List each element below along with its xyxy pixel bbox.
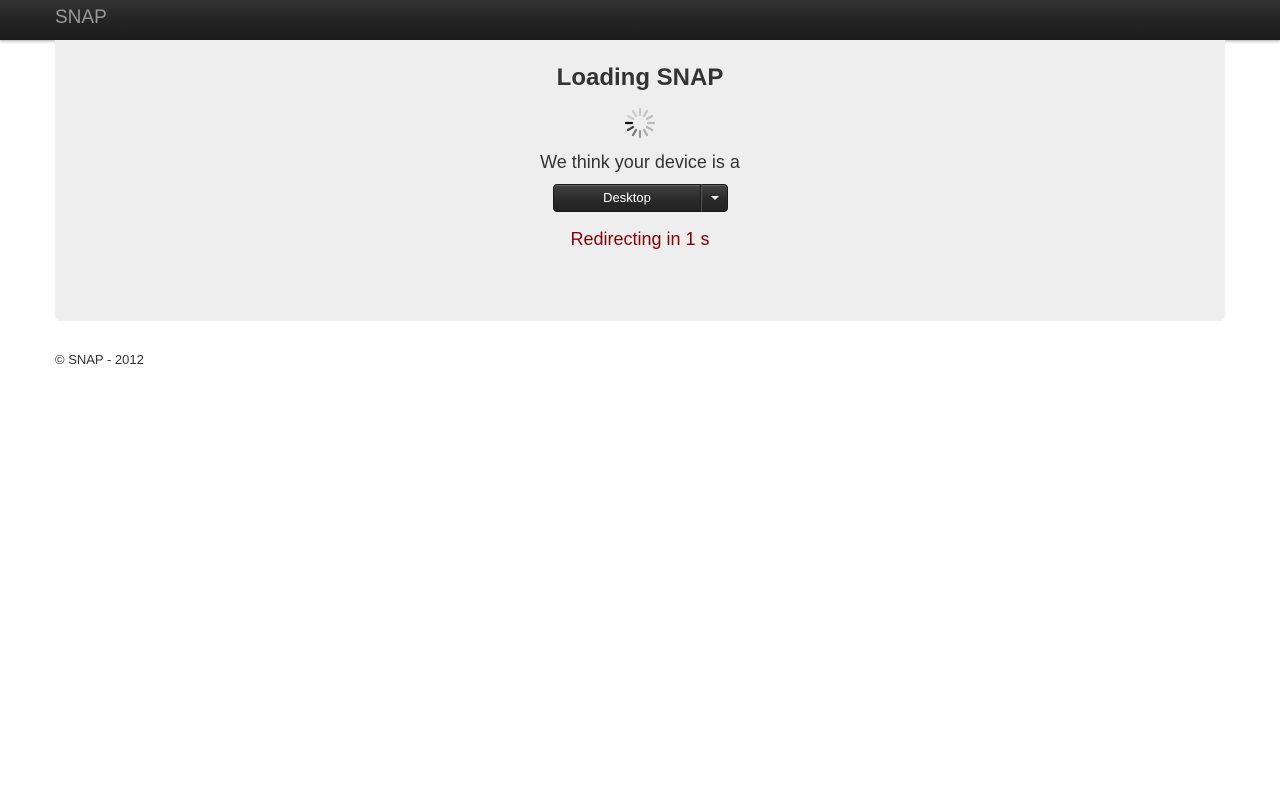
device-select-button[interactable]: Desktop	[553, 184, 701, 212]
redirect-countdown: Redirecting in 1 s	[570, 229, 710, 249]
device-select-group: Desktop	[553, 184, 728, 212]
loading-panel: Loading SNAP We think your device is a D…	[55, 40, 1225, 321]
device-detection-text: We think your device is a	[540, 152, 740, 172]
loading-spinner-icon	[624, 107, 656, 139]
device-dropdown-toggle[interactable]	[701, 184, 728, 212]
caret-down-icon	[711, 196, 719, 200]
top-navbar: SNAP	[0, 0, 1280, 40]
page-title: Loading SNAP	[556, 64, 724, 91]
brand-link[interactable]: SNAP	[55, 8, 107, 28]
footer-copyright: © SNAP - 2012	[55, 352, 144, 367]
